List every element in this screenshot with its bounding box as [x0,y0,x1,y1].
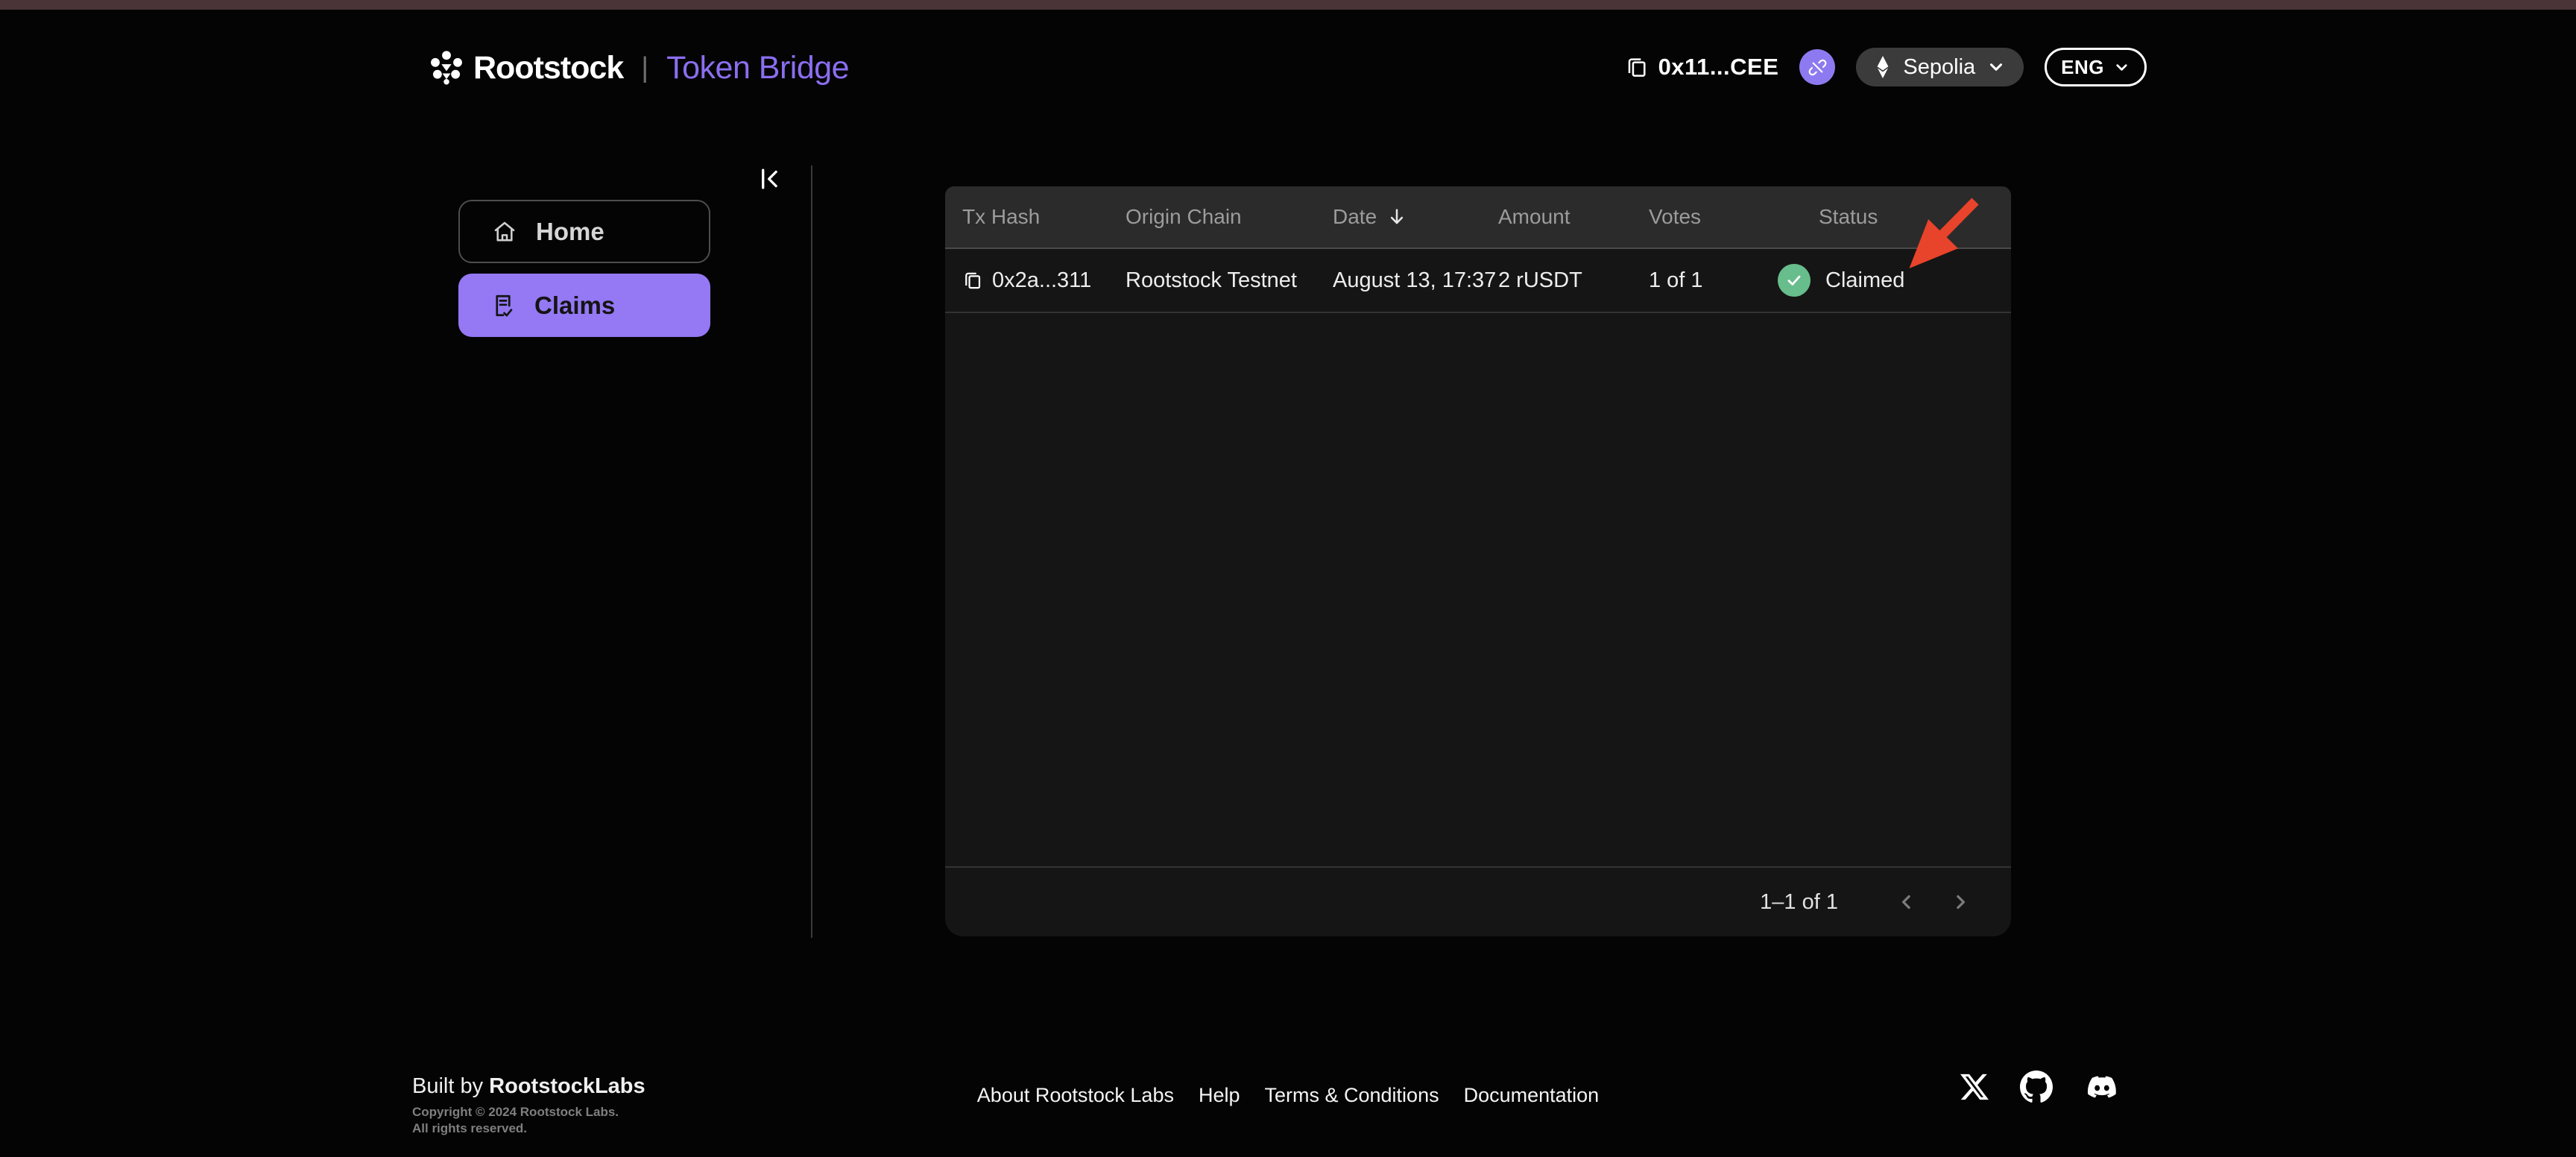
footer-links: About Rootstock Labs Help Terms & Condit… [977,1084,1599,1107]
pagination-prev-button[interactable] [1889,884,1925,920]
table-row[interactable]: 0x2a...311 Rootstock Testnet August 13, … [945,249,2011,313]
status-claimed-badge [1778,264,1811,297]
wallet-address-chip[interactable]: 0x11...CEE [1625,54,1779,81]
sidebar-item-label: Home [536,217,604,245]
wallet-address: 0x11...CEE [1658,54,1779,80]
sort-desc-icon [1386,206,1408,228]
cell-amount: 2 rUSDT [1498,268,1582,292]
brand-separator: | [641,51,649,83]
column-header-amount: Amount [1498,205,1570,228]
check-icon [1784,271,1804,290]
claims-icon [490,292,517,319]
sidebar-item-claims[interactable]: Claims [458,274,710,337]
footer-link-terms[interactable]: Terms & Conditions [1265,1084,1439,1107]
status-label: Claimed [1825,268,1905,292]
tx-hash-value: 0x2a...311 [992,268,1092,292]
cell-date: August 13, 17:37 [1333,268,1497,292]
footer-social [1960,1071,2120,1103]
cell-origin-chain: Rootstock Testnet [1126,268,1297,292]
language-selector[interactable]: ENG [2045,48,2147,86]
footer-credits: Built by RootstockLabs Copyright © 2024 … [412,1074,645,1138]
collapse-sidebar-icon [757,165,785,193]
chevron-left-icon [1895,891,1918,913]
home-icon [491,218,518,245]
discord-icon[interactable] [2084,1073,2120,1101]
column-header-tx-hash: Tx Hash [962,205,1041,228]
footer-link-documentation[interactable]: Documentation [1464,1084,1600,1107]
language-label: ENG [2061,55,2104,78]
disconnect-icon [1808,57,1828,78]
footer-link-help[interactable]: Help [1199,1084,1240,1107]
pagination-next-button[interactable] [1942,884,1978,920]
chevron-right-icon [1949,891,1972,913]
column-header-status: Status [1819,205,1878,228]
sidebar-item-label: Claims [534,291,616,319]
app-name: Token Bridge [666,49,850,86]
x-icon[interactable] [1960,1073,1989,1101]
header-controls: 0x11...CEE Sepolia ENG [1625,45,2147,89]
table-pagination: 1–1 of 1 [945,866,2011,936]
chevron-down-icon [2113,59,2130,76]
built-by: Built by RootstockLabs [412,1074,645,1098]
app-logo[interactable]: Rootstock | Token Bridge [427,46,850,89]
column-header-votes: Votes [1649,205,1702,228]
disconnect-wallet-button[interactable] [1799,49,1836,85]
network-selector[interactable]: Sepolia [1856,48,2024,86]
table-header-row: Tx Hash Origin Chain Date Amount Votes S… [945,186,2011,249]
cell-status: Claimed [1778,264,2011,297]
chevron-down-icon [1986,57,2006,77]
copy-icon[interactable] [962,270,983,291]
collapse-sidebar-button[interactable] [753,161,789,197]
copyright: Copyright © 2024 Rootstock Labs. All rig… [412,1105,619,1136]
sidebar-item-home[interactable]: Home [458,200,710,263]
column-header-origin-chain: Origin Chain [1126,205,1242,228]
top-accent-strip [0,0,2576,10]
pagination-range: 1–1 of 1 [1760,889,1838,914]
copy-icon[interactable] [1625,55,1649,79]
cell-tx-hash: 0x2a...311 [962,268,1126,293]
github-icon[interactable] [2020,1071,2053,1103]
sidebar-divider [811,165,812,938]
built-by-brand: RootstockLabs [489,1074,645,1098]
rootstock-logo-icon [427,48,466,87]
ethereum-icon [1874,54,1892,80]
claims-table: Tx Hash Origin Chain Date Amount Votes S… [945,186,2011,936]
footer-link-about[interactable]: About Rootstock Labs [977,1084,1174,1107]
brand-name: Rootstock [473,49,624,86]
network-label: Sepolia [1903,54,1976,79]
column-header-date[interactable]: Date [1333,205,1498,229]
